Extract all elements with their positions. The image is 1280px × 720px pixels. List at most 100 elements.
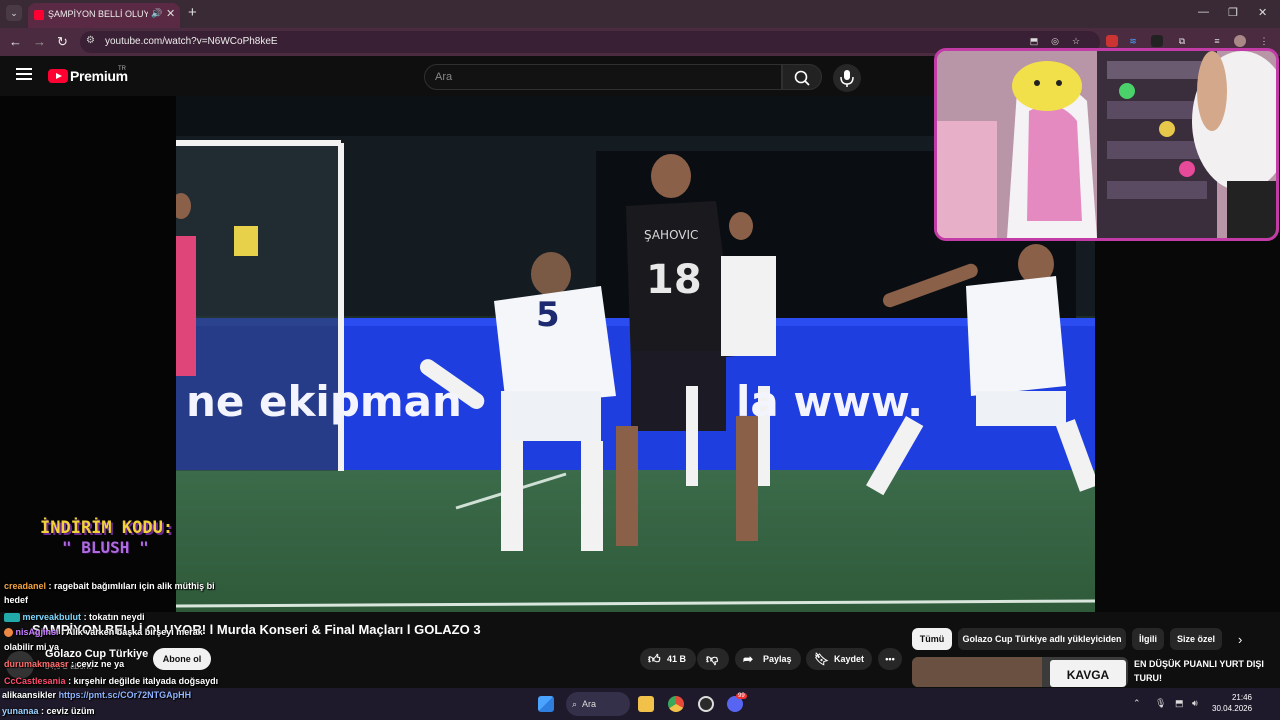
thumbs-down-icon: 👎︎ (706, 652, 719, 666)
chat-text: : kırşehir değilde italyada doğsaydı (68, 676, 219, 686)
chat-user: nisAgjinsi (15, 627, 59, 637)
back-icon[interactable]: ← (9, 34, 22, 49)
chat-text: : Alik varken başka birşeyi merak (61, 627, 203, 637)
promo-overlay: İNDİRİM KODU: " BLUSH " (20, 510, 180, 570)
eye-off-icon[interactable]: ◎ (1049, 35, 1061, 47)
reading-list-icon[interactable]: ≡ (1211, 35, 1223, 47)
taskbar-search[interactable]: ⌕ Ara (566, 692, 630, 716)
streamer-webcam (934, 48, 1279, 241)
taskbar-search-label: Ara (582, 699, 597, 709)
youtube-logo-icon[interactable] (48, 69, 68, 83)
share-button[interactable]: ➦ Paylaş (735, 648, 801, 670)
chat-user: durumakmaasr (4, 659, 69, 669)
site-info-icon[interactable]: ⚙ (86, 35, 95, 46)
chrome-icon[interactable] (668, 696, 684, 712)
tab-close-icon[interactable]: ✕ (166, 7, 175, 20)
next-video-thumbnail[interactable]: KAVGA (912, 657, 1128, 687)
chip-for-you[interactable]: Size özel (1170, 628, 1222, 650)
region-code: TR (118, 66, 126, 72)
extension-dark-icon[interactable] (1151, 35, 1163, 47)
windows-start-icon[interactable] (538, 696, 554, 712)
chat-badge-icon (4, 613, 20, 623)
chat-user: merveakbulut (22, 612, 82, 622)
jersey-number-18: 18 (646, 257, 702, 303)
restore-icon[interactable]: ❐ (1228, 6, 1238, 19)
chat-text: : ragebait bağımlıları için alik müthiş … (48, 581, 215, 591)
tab-title: ŞAMPİYON BELLİ OLUYOR (48, 9, 148, 19)
search-box[interactable] (424, 64, 782, 90)
chevron-right-icon[interactable]: › (1238, 632, 1242, 647)
chat-user: CcCastlesania (4, 676, 66, 686)
microphone-tray-icon[interactable]: 🎙︎ (1155, 698, 1166, 709)
search-input[interactable] (435, 71, 765, 83)
tray-chevron-icon[interactable]: ⌃ (1133, 698, 1141, 709)
led-board-text-2: la www. (736, 377, 923, 426)
volume-icon[interactable]: 🔊︎ (1192, 698, 1198, 709)
reload-icon[interactable]: ↻ (57, 34, 68, 50)
profile-avatar[interactable] (1234, 35, 1246, 47)
chip-all[interactable]: Tümü (912, 628, 952, 650)
chip-related[interactable]: İlgili (1132, 628, 1164, 650)
chat-message: nisAgjinsi : Alik varken başka birşeyi m… (4, 627, 203, 638)
browser-tab-bar: ⌄ ŞAMPİYON BELLİ OLUYOR 🔊 ✕ + — ❐ ✕ (0, 0, 1280, 28)
promo-title: İNDİRİM KODU: (40, 518, 174, 538)
system-clock[interactable]: 21:46 30.04.2026 (1212, 692, 1252, 714)
chat-message: durumakmaasr : ceviz ne ya (4, 659, 124, 669)
browser-tab-active[interactable]: ŞAMPİYON BELLİ OLUYOR 🔊 ✕ (28, 3, 180, 28)
browser-menu-icon[interactable]: ⋮ (1258, 35, 1270, 47)
more-actions-button[interactable]: ••• (878, 648, 902, 670)
app-icon[interactable] (698, 696, 714, 712)
hamburger-menu-icon[interactable] (16, 68, 32, 80)
extension-icon[interactable] (1106, 35, 1118, 47)
file-explorer-icon[interactable] (638, 696, 654, 712)
extensions-puzzle-icon[interactable]: ⧉ (1176, 35, 1188, 47)
jersey-number-5: 5 (536, 295, 560, 335)
chat-message: hedef (4, 595, 28, 605)
voice-search-button[interactable] (833, 64, 861, 92)
chip-from-uploader[interactable]: Golazo Cup Türkiye adlı yükleyiciden (958, 628, 1126, 650)
chat-text: : tokatın neydi (83, 612, 145, 622)
clock-date: 30.04.2026 (1212, 704, 1253, 713)
chat-user: alikaansikler (2, 690, 57, 700)
save-button[interactable]: 🔖︎ Kaydet (806, 648, 872, 670)
microphone-icon (840, 70, 854, 87)
tab-search-icon[interactable]: ⌄ (6, 5, 22, 21)
bookmark-star-icon[interactable]: ☆ (1070, 35, 1082, 47)
youtube-favicon-icon (34, 10, 44, 20)
thumbnail-text: KAVGA (1050, 660, 1126, 687)
tab-audio-icon[interactable]: 🔊 (151, 8, 162, 19)
dislike-button[interactable]: 👎︎ (697, 648, 729, 670)
chat-badge-icon (4, 628, 13, 638)
chat-text: hedef (4, 595, 29, 605)
chat-message: CcCastlesania : kırşehir değilde italyad… (4, 676, 218, 686)
promo-code: " BLUSH " (62, 538, 149, 557)
search-icon (794, 70, 810, 86)
discord-badge: 99 (736, 693, 747, 699)
new-tab-button[interactable]: + (188, 4, 197, 21)
next-video-title[interactable]: EN DÜŞÜK PUANLI YURT DIŞI TURU! (1134, 657, 1274, 685)
minimize-icon[interactable]: — (1198, 6, 1209, 18)
like-button[interactable]: 👍︎ 41 B (640, 648, 696, 670)
chat-message: creadanel : ragebait bağımlıları için al… (4, 581, 215, 591)
forward-icon[interactable]: → (33, 34, 46, 49)
extension-wave-icon[interactable]: ≋ (1127, 35, 1139, 47)
webcam-scene (937, 51, 1276, 238)
url-text[interactable]: youtube.com/watch?v=N6WCoPh8keE (105, 36, 278, 47)
share-label: Paylaş (763, 654, 792, 664)
chat-message: merveakbulut : tokatın neydi (4, 612, 145, 623)
chat-text: : ceviz üzüm (41, 706, 95, 716)
like-count: 41 B (667, 654, 687, 664)
chat-text: https://pmt.sc/COr72NTGApHH (58, 690, 192, 700)
subscribe-button[interactable]: Abone ol (153, 648, 211, 670)
led-board-text: ne ekipman (186, 377, 462, 426)
share-icon: ➦ (743, 652, 754, 666)
search-button[interactable] (782, 64, 822, 90)
network-icon[interactable]: ⬒ (1175, 698, 1184, 709)
chat-user: creadanel (4, 581, 47, 591)
jersey-name: ŞAHOVIC (644, 228, 698, 242)
taskbar-search-icon: ⌕ (572, 699, 578, 709)
chat-user: yunanaa (2, 706, 39, 716)
window-close-icon[interactable]: ✕ (1258, 6, 1267, 19)
chat-text: : ceviz ne ya (71, 659, 125, 669)
install-app-icon[interactable]: ⬒ (1028, 35, 1040, 47)
